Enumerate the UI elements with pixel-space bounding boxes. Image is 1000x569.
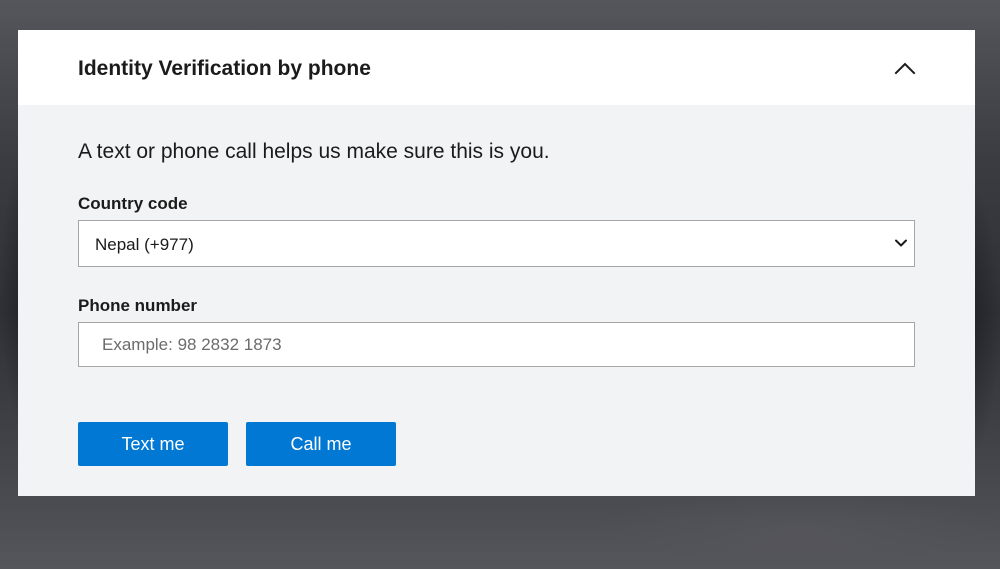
verification-dialog: Identity Verification by phone A text or… xyxy=(18,30,975,496)
chevron-down-icon xyxy=(894,236,908,250)
intro-text: A text or phone call helps us make sure … xyxy=(78,140,550,163)
country-code-label: Country code xyxy=(78,194,188,213)
call-me-button[interactable]: Call me xyxy=(246,422,396,466)
text-me-button[interactable]: Text me xyxy=(78,422,228,466)
chevron-up-icon xyxy=(890,52,920,82)
phone-number-label: Phone number xyxy=(78,296,198,315)
background-blur xyxy=(600,490,1000,569)
dialog-header: Identity Verification by phone xyxy=(18,30,975,105)
phone-number-input[interactable] xyxy=(78,322,915,367)
country-code-value: Nepal (+977) xyxy=(95,235,194,254)
collapse-button[interactable] xyxy=(890,52,920,82)
dialog-title: Identity Verification by phone xyxy=(78,57,371,80)
country-code-select[interactable]: Nepal (+977) xyxy=(78,220,915,267)
